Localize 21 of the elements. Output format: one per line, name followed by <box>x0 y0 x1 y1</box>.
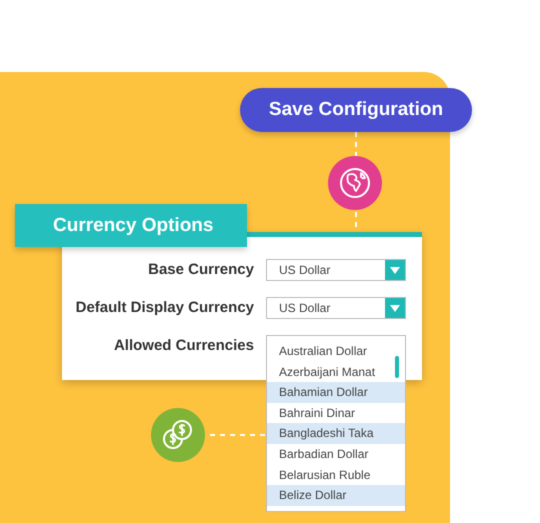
currency-option[interactable]: Bangladeshi Taka <box>267 423 405 444</box>
currency-option[interactable]: Australian Dollar <box>267 341 405 362</box>
field-label: Base Currency <box>148 260 254 280</box>
save-configuration-button[interactable]: Save Configuration <box>240 88 472 132</box>
currency-option[interactable]: Barbadian Dollar <box>267 444 405 465</box>
currency-option[interactable]: Azerbaijani Manat <box>267 362 405 382</box>
globe-icon <box>328 156 382 210</box>
currency-dropdown[interactable]: US Dollar <box>266 259 406 281</box>
currency-option[interactable]: Belize Dollar <box>267 485 405 506</box>
panel-title: Currency Options <box>15 204 247 247</box>
currency-option[interactable]: Belarusian Ruble <box>267 464 405 486</box>
currency-listbox[interactable]: Australian Dollar Azerbaijani Manat Bahamian Dollar Bahraini Dinar Bangladeshi Taka Barbadian Dollar Belarusian Ruble Belize Dollar <box>266 335 406 512</box>
scrollbar[interactable] <box>395 356 399 378</box>
caret-icon <box>385 298 405 318</box>
currency-option[interactable]: Bahamian Dollar <box>267 382 405 403</box>
currency-option[interactable]: Bahraini Dinar <box>267 402 405 424</box>
currency-dropdown[interactable]: US Dollar <box>266 297 406 319</box>
field-label: Default Display Currency <box>76 298 254 318</box>
field-label: Allowed Currencies <box>114 336 254 356</box>
caret-icon <box>385 260 405 280</box>
coins-icon <box>151 408 205 462</box>
